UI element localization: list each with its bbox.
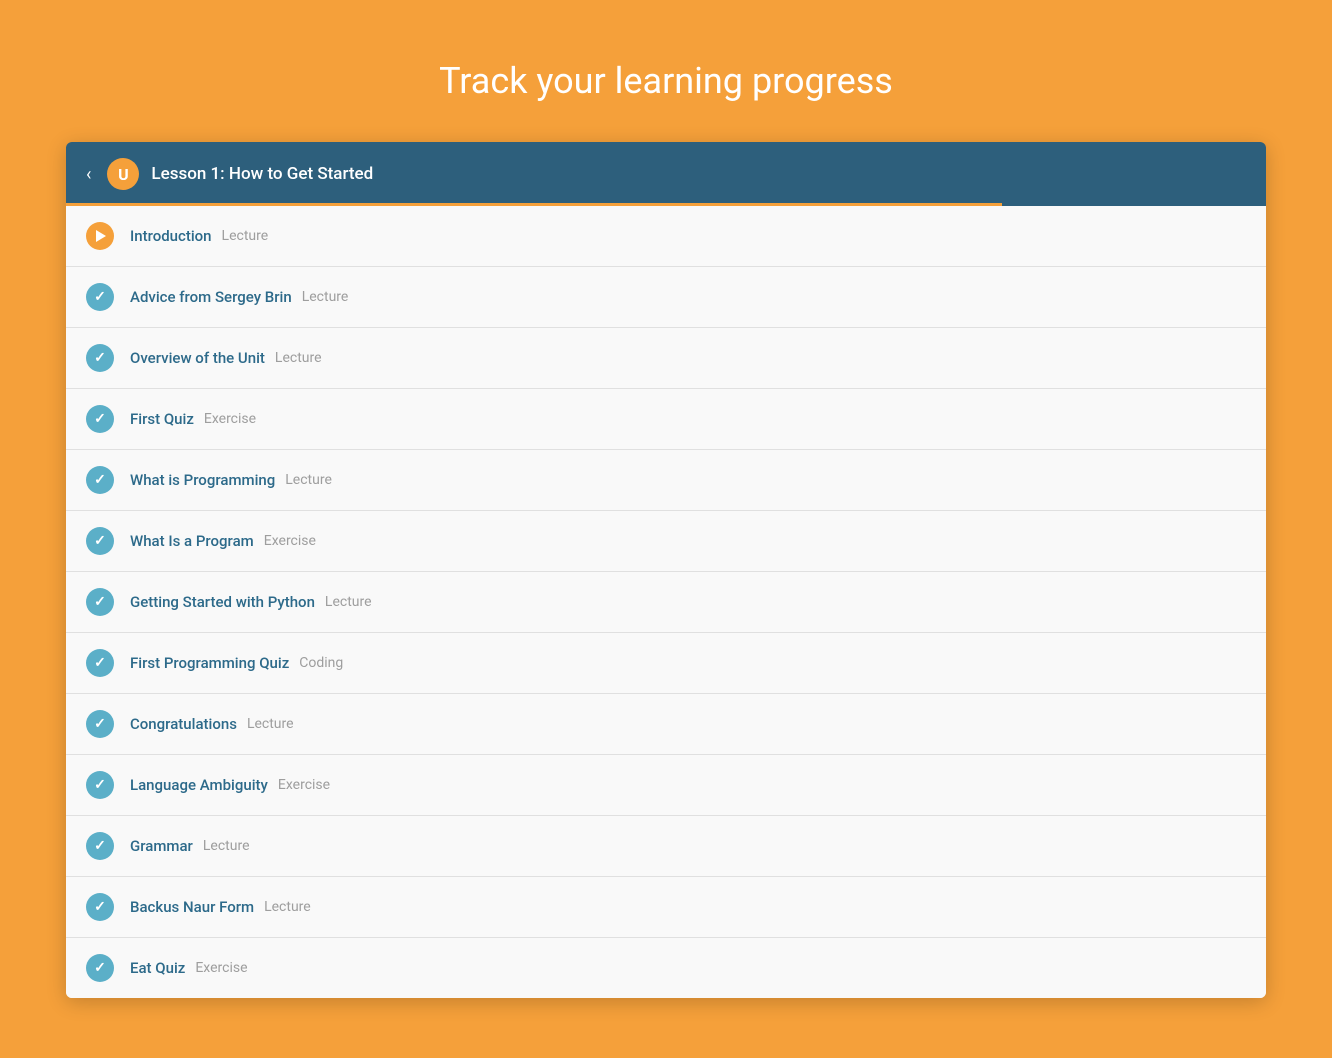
course-header: ‹ U Lesson 1: How to Get Started	[66, 142, 1266, 206]
check-icon	[86, 344, 114, 372]
check-icon	[86, 466, 114, 494]
lesson-name: Advice from Sergey Brin	[130, 288, 292, 306]
lessons-list: IntroductionLectureAdvice from Sergey Br…	[66, 206, 1266, 998]
list-item[interactable]: What Is a Program Exercise	[66, 511, 1266, 572]
lesson-name: First Quiz	[130, 410, 194, 428]
lesson-name: Introduction	[130, 227, 212, 245]
lesson-type: Lecture	[222, 228, 269, 244]
list-item[interactable]: Congratulations Lecture	[66, 694, 1266, 755]
list-item[interactable]: First Programming Quiz Coding	[66, 633, 1266, 694]
list-item[interactable]: Introduction Lecture	[66, 206, 1266, 267]
check-icon	[86, 588, 114, 616]
lesson-type: Lecture	[203, 838, 250, 854]
check-icon	[86, 771, 114, 799]
play-icon	[86, 222, 114, 250]
lesson-type: Exercise	[264, 533, 316, 549]
list-item[interactable]: Overview of the Unit Lecture	[66, 328, 1266, 389]
list-item[interactable]: Eat Quiz Exercise	[66, 938, 1266, 998]
check-icon	[86, 832, 114, 860]
check-icon	[86, 710, 114, 738]
check-icon	[86, 893, 114, 921]
list-item[interactable]: What is Programming Lecture	[66, 450, 1266, 511]
list-item[interactable]: Backus Naur Form Lecture	[66, 877, 1266, 938]
lesson-type: Lecture	[325, 594, 372, 610]
list-item[interactable]: Language Ambiguity Exercise	[66, 755, 1266, 816]
progress-bar	[66, 203, 1002, 206]
lesson-name: What is Programming	[130, 471, 275, 489]
lesson-name: Language Ambiguity	[130, 776, 268, 794]
check-icon	[86, 649, 114, 677]
course-logo: U	[107, 158, 139, 190]
lesson-type: Lecture	[275, 350, 322, 366]
check-icon	[86, 954, 114, 982]
course-header-title: Lesson 1: How to Get Started	[151, 164, 373, 184]
lesson-type: Lecture	[285, 472, 332, 488]
back-arrow-icon[interactable]: ‹	[86, 164, 91, 185]
lesson-name: Grammar	[130, 837, 193, 855]
lesson-type: Lecture	[302, 289, 349, 305]
check-icon	[86, 527, 114, 555]
lesson-name: Congratulations	[130, 715, 237, 733]
lesson-type: Lecture	[264, 899, 311, 915]
check-icon	[86, 283, 114, 311]
lesson-name: What Is a Program	[130, 532, 254, 550]
lesson-type: Exercise	[204, 411, 256, 427]
list-item[interactable]: Grammar Lecture	[66, 816, 1266, 877]
lesson-type: Exercise	[278, 777, 330, 793]
page-title: Track your learning progress	[439, 60, 893, 102]
lesson-type: Lecture	[247, 716, 294, 732]
course-card: ‹ U Lesson 1: How to Get Started Introdu…	[66, 142, 1266, 998]
lesson-name: Eat Quiz	[130, 959, 185, 977]
lesson-type: Coding	[299, 655, 343, 671]
lesson-name: Getting Started with Python	[130, 593, 315, 611]
list-item[interactable]: First Quiz Exercise	[66, 389, 1266, 450]
lesson-name: First Programming Quiz	[130, 654, 289, 672]
lesson-type: Exercise	[195, 960, 247, 976]
list-item[interactable]: Advice from Sergey Brin Lecture	[66, 267, 1266, 328]
list-item[interactable]: Getting Started with Python Lecture	[66, 572, 1266, 633]
check-icon	[86, 405, 114, 433]
lesson-name: Backus Naur Form	[130, 898, 254, 916]
lesson-name: Overview of the Unit	[130, 349, 265, 367]
